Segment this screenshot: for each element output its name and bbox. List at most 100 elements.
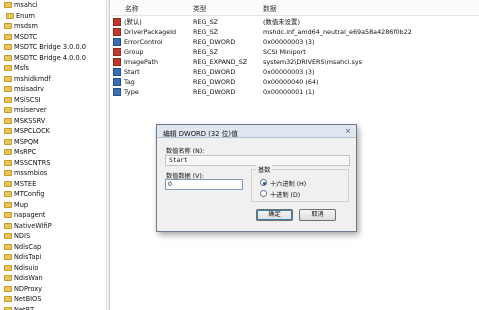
tree-list: msahci Enum msdsm MSDTC MSDTC Bridge 3.0.0.0…: [0, 0, 109, 310]
folder-icon: [4, 264, 12, 271]
tree-item[interactable]: MSPCLOCK: [0, 126, 109, 137]
folder-icon: [4, 149, 12, 155]
folder-icon: [4, 296, 12, 302]
tree-item-label: MSDTC Bridge 3.0.0.0: [14, 43, 86, 51]
folder-icon: [4, 128, 12, 134]
value-data: (数值未设置): [263, 18, 300, 26]
string-value-icon: [113, 28, 121, 36]
value-data-input[interactable]: 0: [165, 179, 243, 190]
value-row[interactable]: DriverPackageId REG_SZ mshdc.inf_amd64_neu…: [111, 27, 479, 37]
tree-item-label: msisadrv: [14, 85, 44, 93]
folder-icon: [4, 222, 12, 229]
value-row[interactable]: Tag REG_DWORD 0x00000040 (64): [111, 77, 479, 87]
folder-icon: [4, 285, 12, 292]
values-rows: (默认) REG_SZ (数值未设置) DriverPackageId REG_SZ ms…: [111, 17, 479, 97]
tree-item-label: NdisWan: [14, 274, 43, 282]
decimal-radio[interactable]: [260, 190, 267, 197]
tree-item[interactable]: MTConfig: [0, 189, 109, 200]
tree-item-label: MSiSCSI: [14, 95, 41, 104]
tree-item[interactable]: MSSCNTRS: [0, 158, 109, 169]
folder-icon: [4, 201, 12, 208]
tree-item[interactable]: Msfs: [0, 63, 109, 74]
tree-item[interactable]: MSDTC: [0, 32, 109, 43]
close-icon[interactable]: ×: [343, 127, 353, 136]
value-data-text: 0: [168, 181, 172, 188]
value-type: REG_EXPAND_SZ: [193, 58, 248, 66]
value-row[interactable]: Group REG_SZ SCSI Miniport: [111, 47, 479, 57]
folder-icon: [4, 75, 12, 82]
tree-scrollbar[interactable]: [106, 0, 109, 310]
value-row[interactable]: ErrorControl REG_DWORD 0x00000003 (3): [111, 37, 479, 47]
tree-item[interactable]: MSiSCSI: [0, 95, 109, 106]
value-name: Start: [124, 68, 140, 76]
folder-icon: [4, 170, 12, 176]
decimal-radio-label[interactable]: 十进制 (D): [270, 190, 300, 199]
tree-item-label: MSKSSRV: [14, 116, 46, 125]
tree-item-label: MSTEE: [14, 179, 37, 188]
folder-icon: [4, 138, 12, 145]
tree-item[interactable]: NativeWifiP: [0, 221, 109, 232]
tree-item-label: NdisCap: [14, 242, 42, 251]
binary-value-icon: [113, 88, 121, 96]
value-name: (默认): [124, 18, 142, 26]
column-header-type[interactable]: 类型: [193, 3, 207, 13]
tree-item[interactable]: MSPQM: [0, 137, 109, 148]
value-type: REG_DWORD: [193, 38, 236, 46]
column-header-name[interactable]: 名称: [125, 3, 139, 13]
tree-item[interactable]: NdisTapi: [0, 252, 109, 263]
tree-item[interactable]: msiserver: [0, 105, 109, 116]
dialog-titlebar[interactable]: 编辑 DWORD (32 位)值 ×: [157, 125, 356, 138]
tree-item-label: MSSCNTRS: [14, 158, 51, 167]
tree-item[interactable]: NDIS: [0, 231, 109, 242]
column-header-data[interactable]: 数据: [263, 3, 277, 13]
tree-item-label: MsRPC: [14, 148, 37, 156]
value-type: REG_DWORD: [193, 88, 236, 96]
tree-item-label: Msfs: [14, 64, 29, 72]
tree-item[interactable]: Mup: [0, 200, 109, 211]
tree-item[interactable]: Ndisuio: [0, 263, 109, 274]
tree-item[interactable]: MsRPC: [0, 147, 109, 158]
tree-item-label: NetBIOS: [14, 295, 42, 303]
value-row[interactable]: ImagePath REG_EXPAND_SZ system32\DRIVERS\m…: [111, 57, 479, 67]
folder-icon: [4, 275, 12, 281]
ok-button[interactable]: 确定: [256, 209, 293, 221]
value-type: REG_DWORD: [193, 68, 236, 76]
tree-item[interactable]: MSDTC Bridge 3.0.0.0: [0, 42, 109, 53]
folder-icon: [4, 86, 12, 92]
tree-item[interactable]: MSTEE: [0, 179, 109, 190]
tree-item-label: Ndisuio: [14, 263, 39, 272]
value-row[interactable]: Start REG_DWORD 0x00000003 (3): [111, 67, 479, 77]
folder-icon: [4, 254, 12, 260]
tree-item[interactable]: msdsm: [0, 21, 109, 32]
tree-item-label: MSDTC: [14, 32, 38, 41]
tree-item[interactable]: mssmbios: [0, 168, 109, 179]
tree-item[interactable]: NdisWan: [0, 273, 109, 284]
value-type: REG_SZ: [193, 28, 219, 36]
folder-icon: [4, 96, 12, 103]
value-data: 0x00000003 (3): [263, 68, 315, 76]
string-value-icon: [113, 18, 121, 26]
folder-icon: [4, 54, 12, 61]
folder-icon: [4, 212, 12, 218]
cancel-button[interactable]: 取消: [299, 209, 336, 221]
value-row[interactable]: (默认) REG_SZ (数值未设置): [111, 17, 479, 27]
tree-item-label: napagent: [14, 211, 46, 219]
value-data: 0x00000003 (3): [263, 38, 315, 46]
folder-icon: [4, 44, 12, 50]
tree-item[interactable]: Enum: [0, 11, 109, 22]
tree-item[interactable]: NetBIOS: [0, 294, 109, 305]
tree-item[interactable]: msahci: [0, 0, 109, 11]
tree-item[interactable]: NDProxy: [0, 284, 109, 295]
tree-item[interactable]: msisadrv: [0, 84, 109, 95]
tree-item[interactable]: MSKSSRV: [0, 116, 109, 127]
registry-key-tree[interactable]: msahci Enum msdsm MSDTC MSDTC Bridge 3.0.0.0…: [0, 0, 110, 310]
hex-radio[interactable]: [260, 179, 267, 186]
tree-item[interactable]: mshidkmdf: [0, 74, 109, 85]
tree-item[interactable]: NetBT: [0, 305, 109, 310]
tree-item[interactable]: MSDTC Bridge 4.0.0.0: [0, 53, 109, 64]
hex-radio-label[interactable]: 十六进制 (H): [270, 179, 306, 188]
value-row[interactable]: Type REG_DWORD 0x00000001 (1): [111, 87, 479, 97]
value-data: system32\DRIVERS\msahci.sys: [263, 58, 362, 66]
tree-item[interactable]: napagent: [0, 210, 109, 221]
tree-item[interactable]: NdisCap: [0, 242, 109, 253]
